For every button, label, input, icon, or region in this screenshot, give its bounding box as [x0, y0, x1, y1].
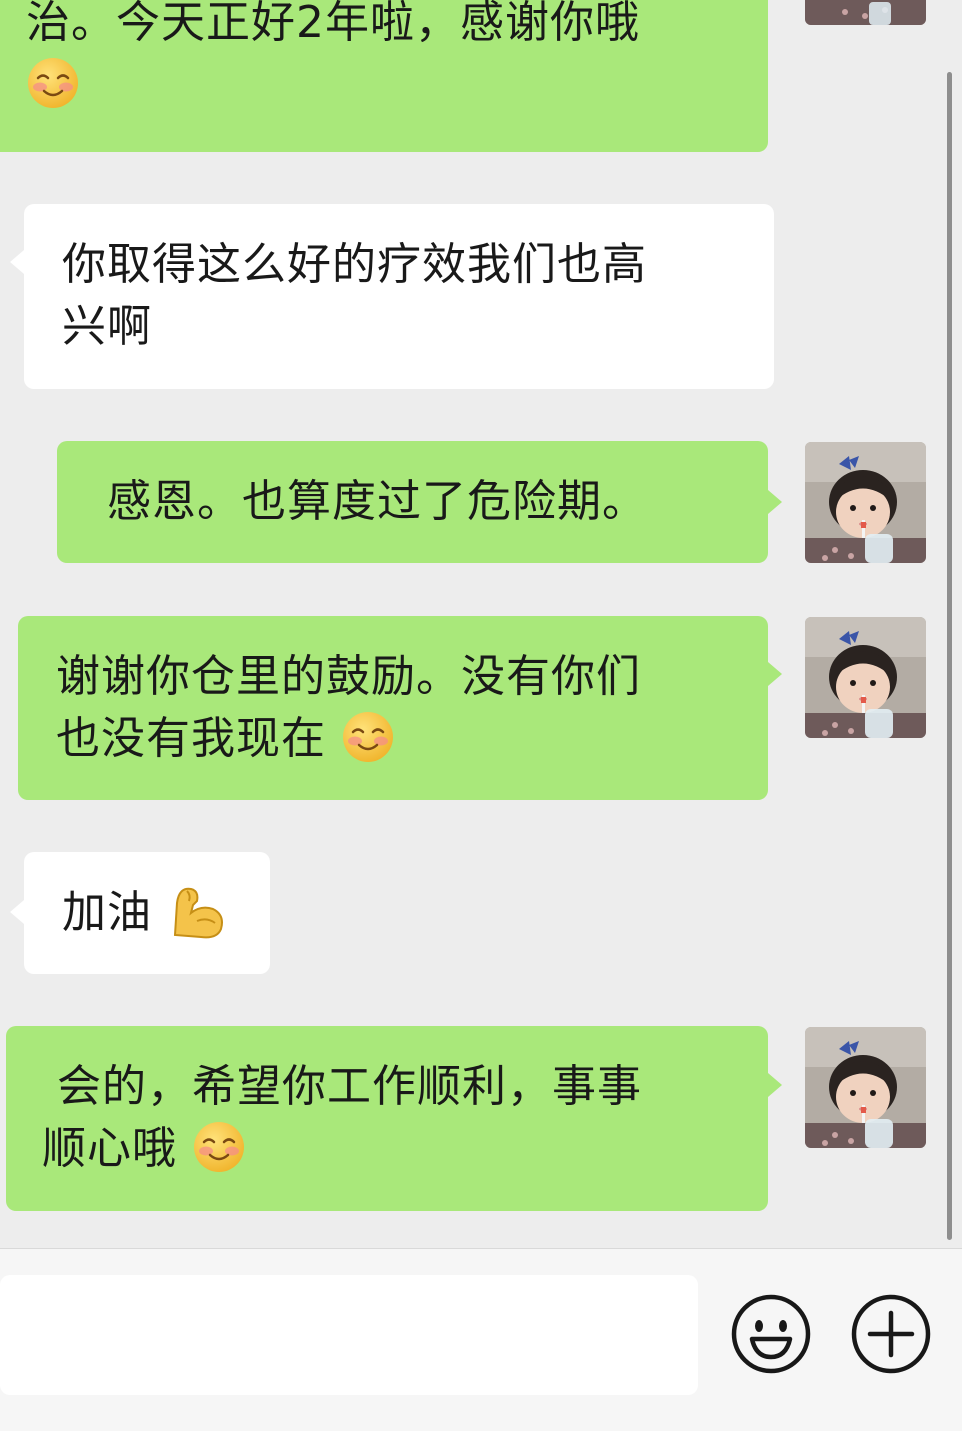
blush-emoji: [28, 58, 78, 108]
message-text-line: 你取得这么好的疗效我们也高: [62, 239, 647, 290]
input-bar: [0, 1248, 962, 1431]
message-text-line: 顺心哦: [42, 1123, 177, 1174]
message-text-line: 加油: [62, 887, 152, 938]
message-bubble-sent[interactable]: 会的，希望你工作顺利，事事 顺心哦: [6, 1026, 768, 1211]
bubble-tail: [768, 662, 782, 686]
blush-emoji: [194, 1122, 244, 1172]
bubble-tail: [768, 490, 782, 514]
scrollbar[interactable]: [947, 72, 952, 1240]
message-text-line: 也没有我现在: [56, 713, 326, 764]
message-bubble-sent[interactable]: 治。今天正好2年啦，感谢你哦: [0, 0, 768, 152]
user-avatar[interactable]: [805, 442, 926, 563]
message-input[interactable]: [0, 1275, 698, 1395]
user-avatar[interactable]: [805, 1027, 926, 1148]
chat-message-list[interactable]: 治。今天正好2年啦，感谢你哦 你取得这么好的疗效我们也高 兴啊 感恩。也算度过了…: [0, 0, 962, 1248]
message-text-line: 兴啊: [62, 301, 152, 352]
blush-emoji: [343, 712, 393, 762]
plus-circle-icon[interactable]: [850, 1293, 932, 1375]
message-text-line: 会的，希望你工作顺利，事事: [42, 1061, 642, 1112]
message-bubble-sent[interactable]: 谢谢你仓里的鼓励。没有你们 也没有我现在: [18, 616, 768, 800]
message-bubble-received[interactable]: 你取得这么好的疗效我们也高 兴啊: [24, 204, 774, 389]
message-bubble-received[interactable]: 加油: [24, 852, 270, 974]
message-text-line: 治。今天正好2年啦，感谢你哦: [26, 0, 640, 48]
bubble-tail: [10, 900, 24, 924]
bubble-tail: [10, 250, 24, 274]
message-text-line: 谢谢你仓里的鼓励。没有你们: [56, 651, 641, 702]
bubble-tail: [768, 1073, 782, 1097]
user-avatar[interactable]: [805, 617, 926, 738]
message-text-line: 感恩。也算度过了危险期。: [107, 476, 647, 527]
smiley-face-icon[interactable]: [730, 1293, 812, 1375]
message-bubble-sent[interactable]: 感恩。也算度过了危险期。: [57, 441, 768, 563]
flexed-biceps-emoji: [173, 887, 223, 939]
user-avatar[interactable]: [805, 0, 926, 25]
